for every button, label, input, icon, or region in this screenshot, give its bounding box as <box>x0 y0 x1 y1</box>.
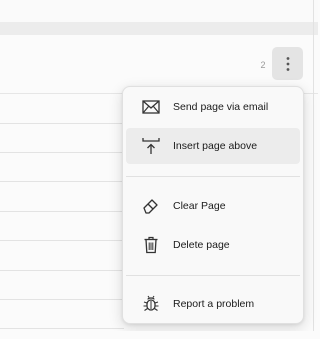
eraser-icon <box>141 196 161 216</box>
more-options-button[interactable] <box>272 47 303 80</box>
insert-above-icon <box>141 136 161 156</box>
menu-separator <box>126 275 300 276</box>
menu-item-label: Send page via email <box>173 101 269 113</box>
menu-item-clear-page[interactable]: Clear Page <box>126 188 300 224</box>
page-list-divider <box>0 240 124 241</box>
page-list-divider <box>0 211 124 212</box>
more-vertical-icon <box>286 56 289 71</box>
top-band <box>0 0 318 22</box>
page-list-divider <box>0 299 124 300</box>
menu-item-label: Insert page above <box>173 140 258 152</box>
menu-item-insert-page-above[interactable]: Insert page above <box>126 128 300 164</box>
page-list-divider <box>0 270 124 271</box>
menu-item-label: Clear Page <box>173 200 226 212</box>
trash-icon <box>141 235 161 255</box>
menu-item-label: Delete page <box>173 239 230 251</box>
page-list-divider <box>0 181 124 182</box>
bottom-band <box>0 331 318 339</box>
page-context-menu: Send page via email Insert page above Cl… <box>122 86 304 324</box>
envelope-icon <box>141 97 161 117</box>
menu-item-report-a-problem[interactable]: Report a problem <box>126 286 300 322</box>
menu-item-send-page-via-email[interactable]: Send page via email <box>126 89 300 125</box>
bug-icon <box>141 294 161 314</box>
page-list-divider <box>0 123 124 124</box>
menu-item-delete-page[interactable]: Delete page <box>126 227 300 263</box>
panel-right-edge <box>313 0 314 339</box>
top-divider-strip <box>0 22 318 35</box>
menu-separator <box>126 176 300 177</box>
menu-item-label: Report a problem <box>173 298 255 310</box>
page-list-divider <box>0 328 124 329</box>
page-count: 2 <box>260 60 266 70</box>
page-list-divider <box>0 152 124 153</box>
